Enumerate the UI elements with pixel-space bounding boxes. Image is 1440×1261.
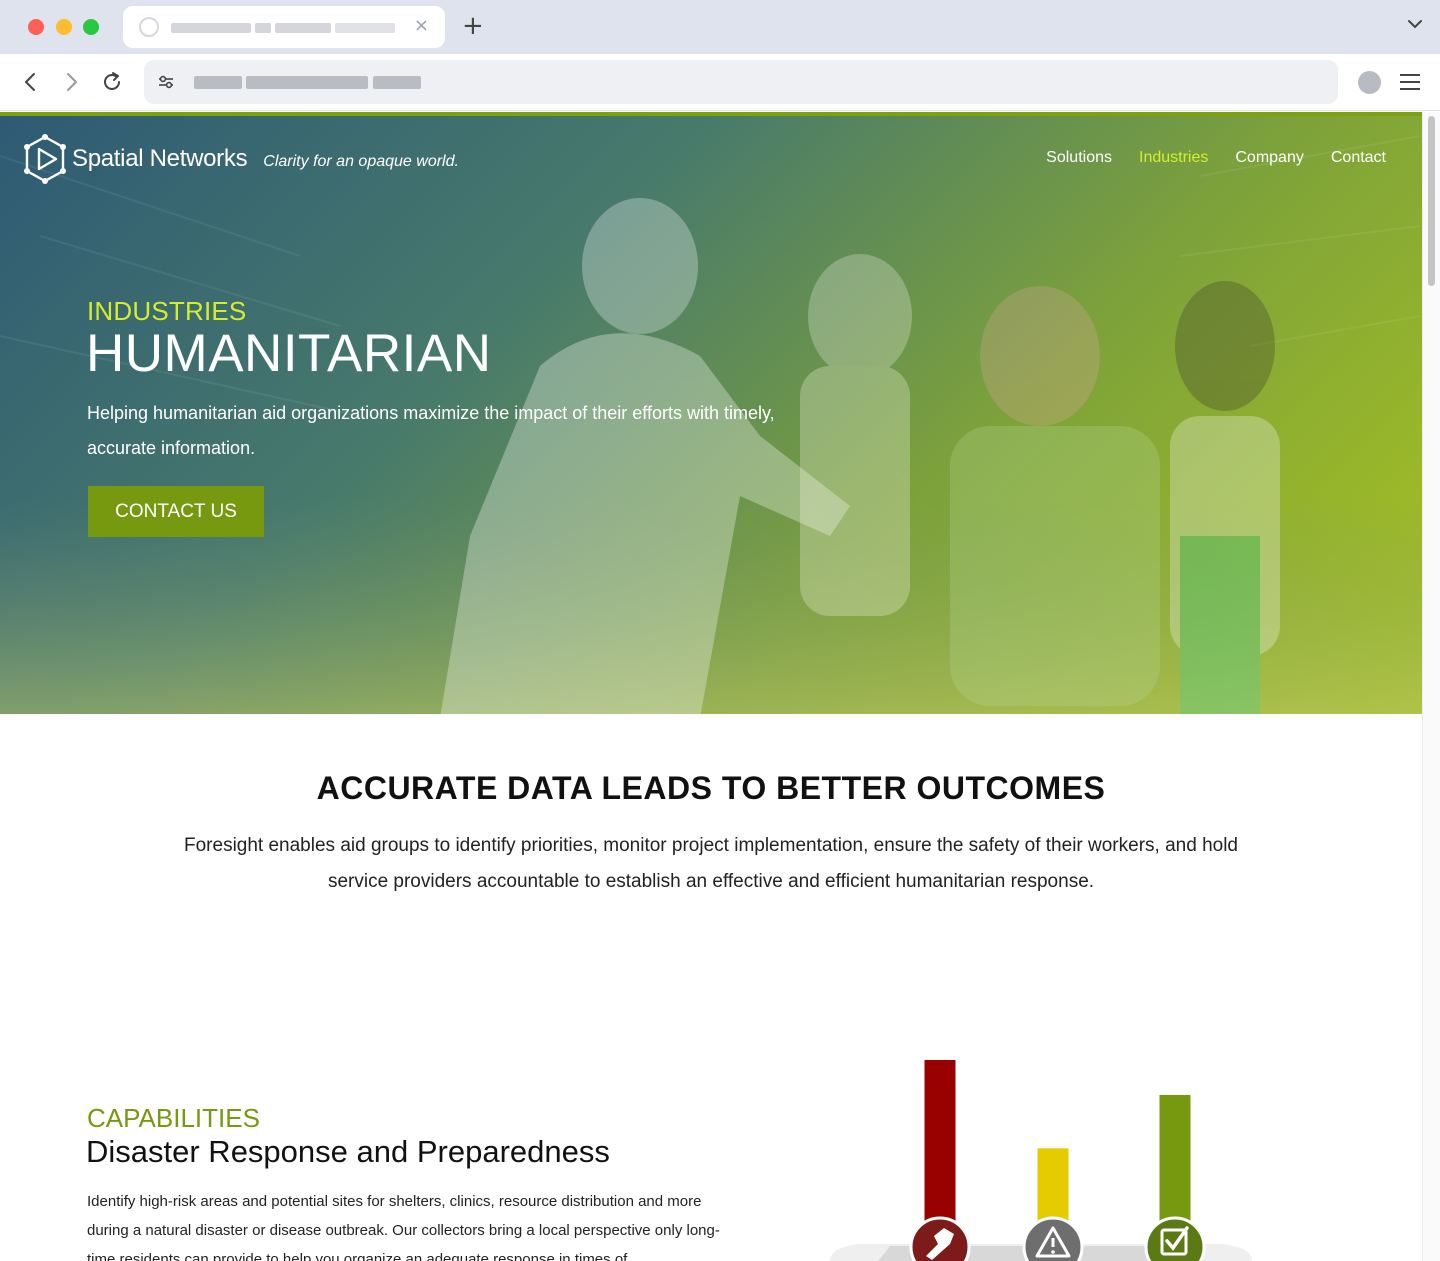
url-placeholder bbox=[194, 76, 242, 89]
capability-title: Disaster Response and Preparedness bbox=[86, 1134, 610, 1169]
hero-section: Spatial Networks Clarity for an opaque w… bbox=[0, 112, 1422, 714]
site-settings-icon[interactable] bbox=[156, 72, 176, 92]
main-nav: Solutions Industries Company Contact bbox=[1046, 149, 1386, 167]
capability-body: Identify high-risk areas and potential s… bbox=[87, 1193, 720, 1261]
nav-item-industries[interactable]: Industries bbox=[1139, 149, 1208, 167]
brand-name: Spatial Networks bbox=[72, 145, 248, 172]
nav-item-company[interactable]: Company bbox=[1235, 149, 1303, 167]
spatial-networks-logo-icon bbox=[24, 134, 66, 184]
tab-close-icon[interactable]: × bbox=[414, 16, 429, 36]
browser-toolbar bbox=[0, 54, 1440, 111]
profile-icon[interactable] bbox=[1358, 71, 1381, 94]
back-icon[interactable] bbox=[18, 69, 44, 95]
url-placeholder bbox=[373, 76, 421, 89]
forward-icon[interactable] bbox=[58, 69, 84, 95]
page-title: HUMANITARIAN bbox=[86, 324, 492, 383]
address-bar[interactable] bbox=[144, 60, 1338, 104]
capability-illustration bbox=[830, 1060, 1252, 1261]
brand-tagline: Clarity for an opaque world. bbox=[263, 153, 459, 170]
tab-title-placeholder bbox=[171, 23, 251, 33]
tab-title-placeholder bbox=[275, 23, 331, 33]
chart-bar bbox=[924, 1060, 956, 1224]
tab-title-placeholder bbox=[255, 23, 271, 33]
hero-subtitle: Helping humanitarian aid organizations m… bbox=[87, 403, 775, 458]
outcomes-heading: ACCURATE DATA LEADS TO BETTER OUTCOMES bbox=[316, 770, 1106, 806]
page-scrollbar[interactable] bbox=[1422, 112, 1440, 1261]
chart-bar bbox=[1037, 1148, 1069, 1224]
browser-tab[interactable]: × bbox=[123, 6, 445, 48]
reload-icon[interactable] bbox=[99, 69, 125, 95]
nav-item-solutions[interactable]: Solutions bbox=[1046, 149, 1112, 167]
tab-favicon-icon bbox=[139, 17, 159, 37]
nav-item-contact[interactable]: Contact bbox=[1331, 149, 1386, 167]
minimize-window-button[interactable] bbox=[56, 19, 72, 35]
new-tab-button[interactable]: + bbox=[462, 12, 484, 40]
browser-tab-bar: × + bbox=[0, 0, 1440, 54]
contact-us-button[interactable]: CONTACT US bbox=[88, 486, 264, 537]
scrollbar-thumb[interactable] bbox=[1428, 116, 1435, 286]
tab-title-placeholder bbox=[335, 23, 395, 33]
url-placeholder bbox=[246, 76, 368, 89]
chart-bar bbox=[1159, 1094, 1191, 1224]
close-window-button[interactable] bbox=[28, 19, 44, 35]
tab-list-chevron-icon[interactable] bbox=[1405, 14, 1425, 34]
capabilities-eyebrow: CAPABILITIES bbox=[87, 1103, 260, 1133]
zoom-window-button[interactable] bbox=[83, 19, 99, 35]
outcomes-body: Foresight enables aid groups to identify… bbox=[184, 835, 1238, 892]
page-viewport: Spatial Networks Clarity for an opaque w… bbox=[0, 112, 1440, 1261]
brand[interactable]: Spatial Networks Clarity for an opaque w… bbox=[22, 134, 459, 184]
menu-icon[interactable] bbox=[1399, 72, 1421, 92]
